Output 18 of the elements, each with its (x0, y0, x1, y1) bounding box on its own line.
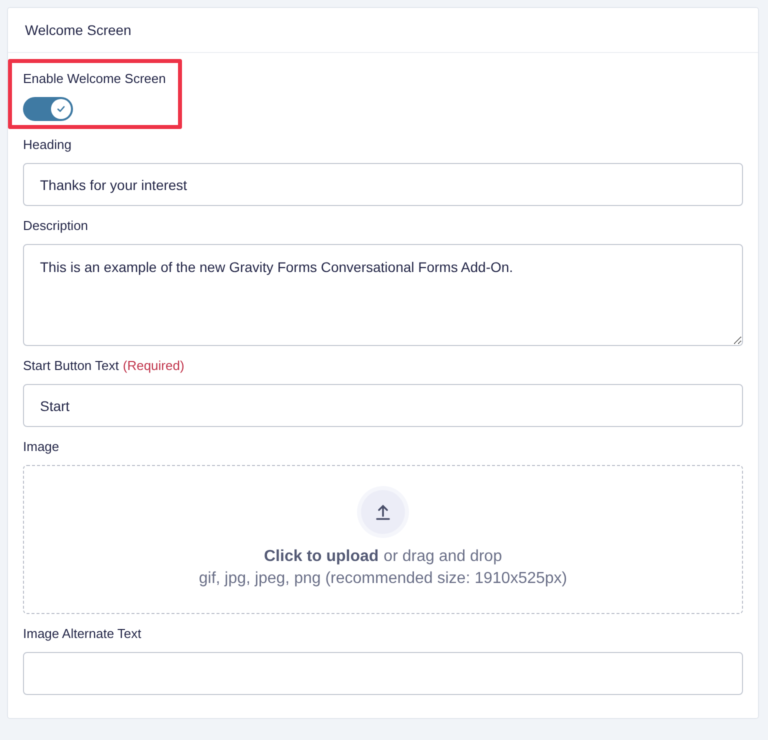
check-icon (56, 104, 66, 114)
text-field[interactable] (23, 652, 743, 695)
required-note: (Required) (122, 358, 184, 374)
upload-link[interactable]: Click to upload (264, 546, 379, 568)
upload-dropzone[interactable]: Click to upload or drag and drop gif, jpg, jpeg, png (recommended size: 1910x525px) (23, 465, 743, 614)
field-label: Image (23, 439, 60, 455)
field-label: Enable Welcome Screen (23, 71, 166, 87)
upload-formats: gif, jpg, jpeg, png (recommended size: 1910x525px) (198, 568, 568, 588)
field-label: Image Alternate Text (23, 626, 142, 642)
text-field[interactable]: Thanks for your interest (23, 163, 743, 206)
upload-hint: or drag and drop (384, 546, 502, 566)
field-label: Start Button Text (23, 358, 119, 374)
description-field[interactable]: This is an example of the new Gravity Forms Conversational Forms Add-On. (23, 244, 743, 346)
panel-title: Welcome Screen (25, 22, 132, 38)
toggle-switch[interactable] (23, 97, 73, 121)
text-field[interactable]: Start (23, 384, 743, 427)
field-label: Description (23, 218, 88, 234)
field-label: Heading (23, 137, 72, 153)
